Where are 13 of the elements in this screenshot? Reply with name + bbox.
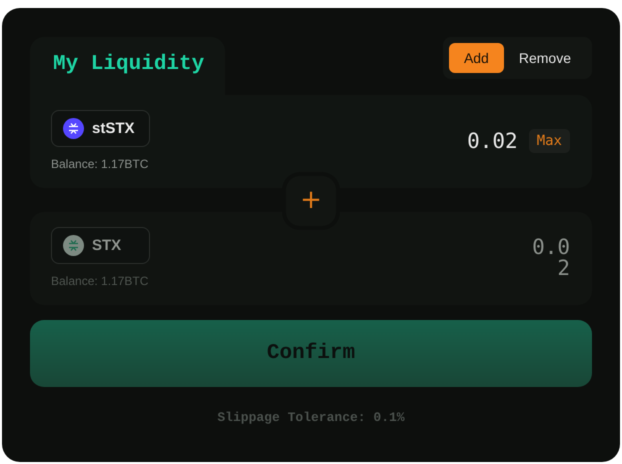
add-pair-button[interactable]: + bbox=[286, 176, 336, 226]
token-symbol: stSTX bbox=[92, 120, 135, 137]
token-symbol: STX bbox=[92, 237, 122, 254]
balance-label: Balance: 1.17BTC bbox=[51, 157, 150, 171]
slippage-label: Slippage Tolerance: 0.1% bbox=[216, 410, 406, 425]
max-button[interactable]: Max bbox=[528, 128, 570, 152]
token-selector[interactable]: stSTX bbox=[51, 110, 150, 147]
mode-tab[interactable]: Add bbox=[448, 43, 504, 73]
balance-label: Balance: 1.17BTC bbox=[51, 274, 150, 288]
token-icon bbox=[63, 235, 84, 256]
mode-tab[interactable]: Remove bbox=[504, 43, 586, 73]
token-icon bbox=[63, 118, 84, 139]
amount-input[interactable]: 0.02 bbox=[467, 128, 518, 152]
